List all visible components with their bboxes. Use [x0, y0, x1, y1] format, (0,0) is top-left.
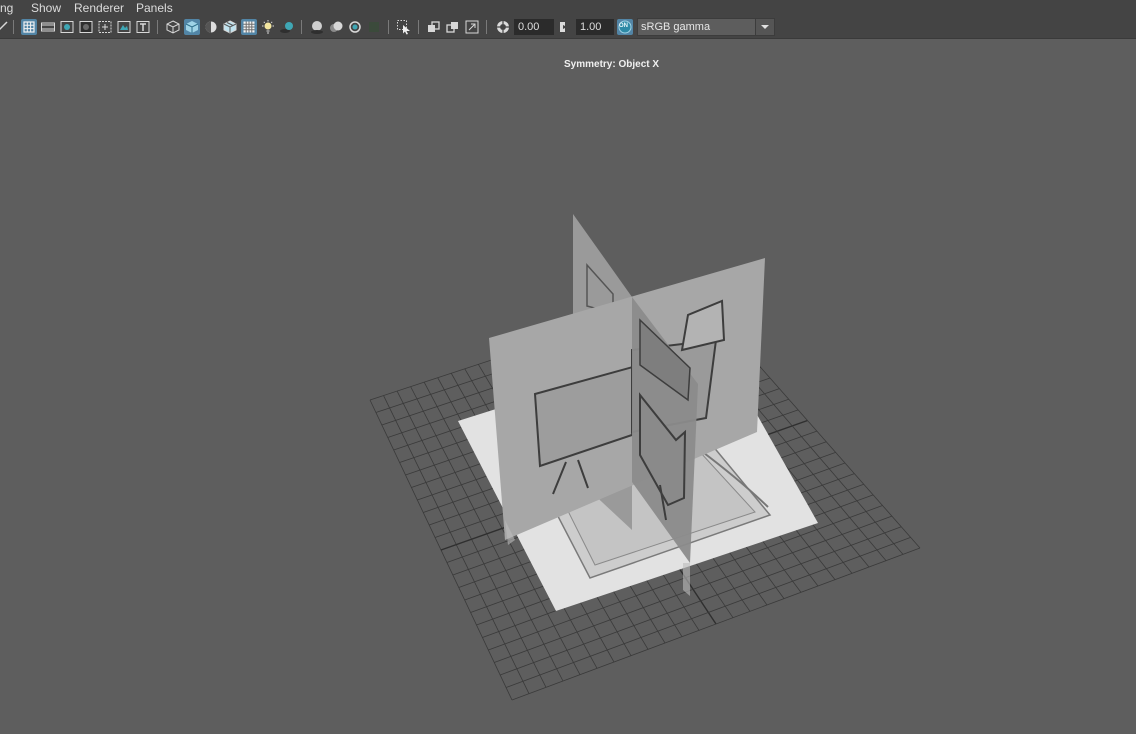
chevron-down-icon: [761, 25, 769, 29]
resolution-gate-icon[interactable]: [59, 19, 75, 35]
xray-icon: [243, 21, 255, 33]
wireframe-icon[interactable]: [165, 19, 181, 35]
wireframe-on-shaded-icon[interactable]: [222, 19, 238, 35]
toolbar-separator: [418, 20, 419, 34]
color-space-value: sRGB gamma: [641, 21, 711, 33]
safe-title-icon[interactable]: [135, 19, 151, 35]
smooth-shade-toggle[interactable]: [184, 19, 200, 35]
menu-panels[interactable]: Panels: [136, 1, 173, 16]
toolbar-separator: [388, 20, 389, 34]
menu-bar: ng Show Renderer Panels: [0, 0, 1136, 17]
isolate-select-icon[interactable]: [396, 19, 412, 35]
multisample-aa-icon[interactable]: [347, 19, 363, 35]
default-material-icon[interactable]: [203, 19, 219, 35]
xray-active-components-icon[interactable]: [445, 19, 461, 35]
color-management-toggle[interactable]: ON: [617, 19, 633, 35]
gamma-field[interactable]: 1.00: [576, 19, 614, 35]
menu-lighting[interactable]: ng: [0, 1, 13, 16]
toolbar-separator: [301, 20, 302, 34]
xray-joints-icon[interactable]: [426, 19, 442, 35]
depth-of-field-icon[interactable]: [366, 19, 382, 35]
shadows-icon[interactable]: [279, 19, 295, 35]
panel-toolbar: 0.00 1.00 ON sRGB gamma: [0, 17, 1136, 39]
color-space-dropdown[interactable]: sRGB gamma: [637, 18, 775, 36]
menu-show[interactable]: Show: [31, 1, 61, 16]
maximize-icon[interactable]: [464, 19, 480, 35]
use-all-lights-icon[interactable]: [260, 19, 276, 35]
menu-renderer[interactable]: Renderer: [74, 1, 124, 16]
gate-mask-icon[interactable]: [78, 19, 94, 35]
gamma-icon[interactable]: [557, 19, 573, 35]
exposure-icon[interactable]: [495, 19, 511, 35]
film-gate-icon[interactable]: [40, 19, 56, 35]
toolbar-separator: [13, 20, 14, 34]
toolbar-separator: [157, 20, 158, 34]
smooth-shade-icon: [185, 21, 199, 33]
color-management-label: ON: [619, 23, 628, 29]
grid-icon: [23, 21, 35, 33]
toolbar-separator: [486, 20, 487, 34]
screen-space-ao-icon[interactable]: [309, 19, 325, 35]
select-camera-icon[interactable]: [0, 19, 10, 35]
grid-toggle[interactable]: [21, 19, 37, 35]
viewport-3d[interactable]: [0, 38, 1136, 734]
exposure-field[interactable]: 0.00: [514, 19, 554, 35]
safe-action-icon[interactable]: [116, 19, 132, 35]
field-chart-icon[interactable]: [97, 19, 113, 35]
xray-toggle[interactable]: [241, 19, 257, 35]
motion-blur-icon[interactable]: [328, 19, 344, 35]
dropdown-button[interactable]: [755, 19, 774, 35]
